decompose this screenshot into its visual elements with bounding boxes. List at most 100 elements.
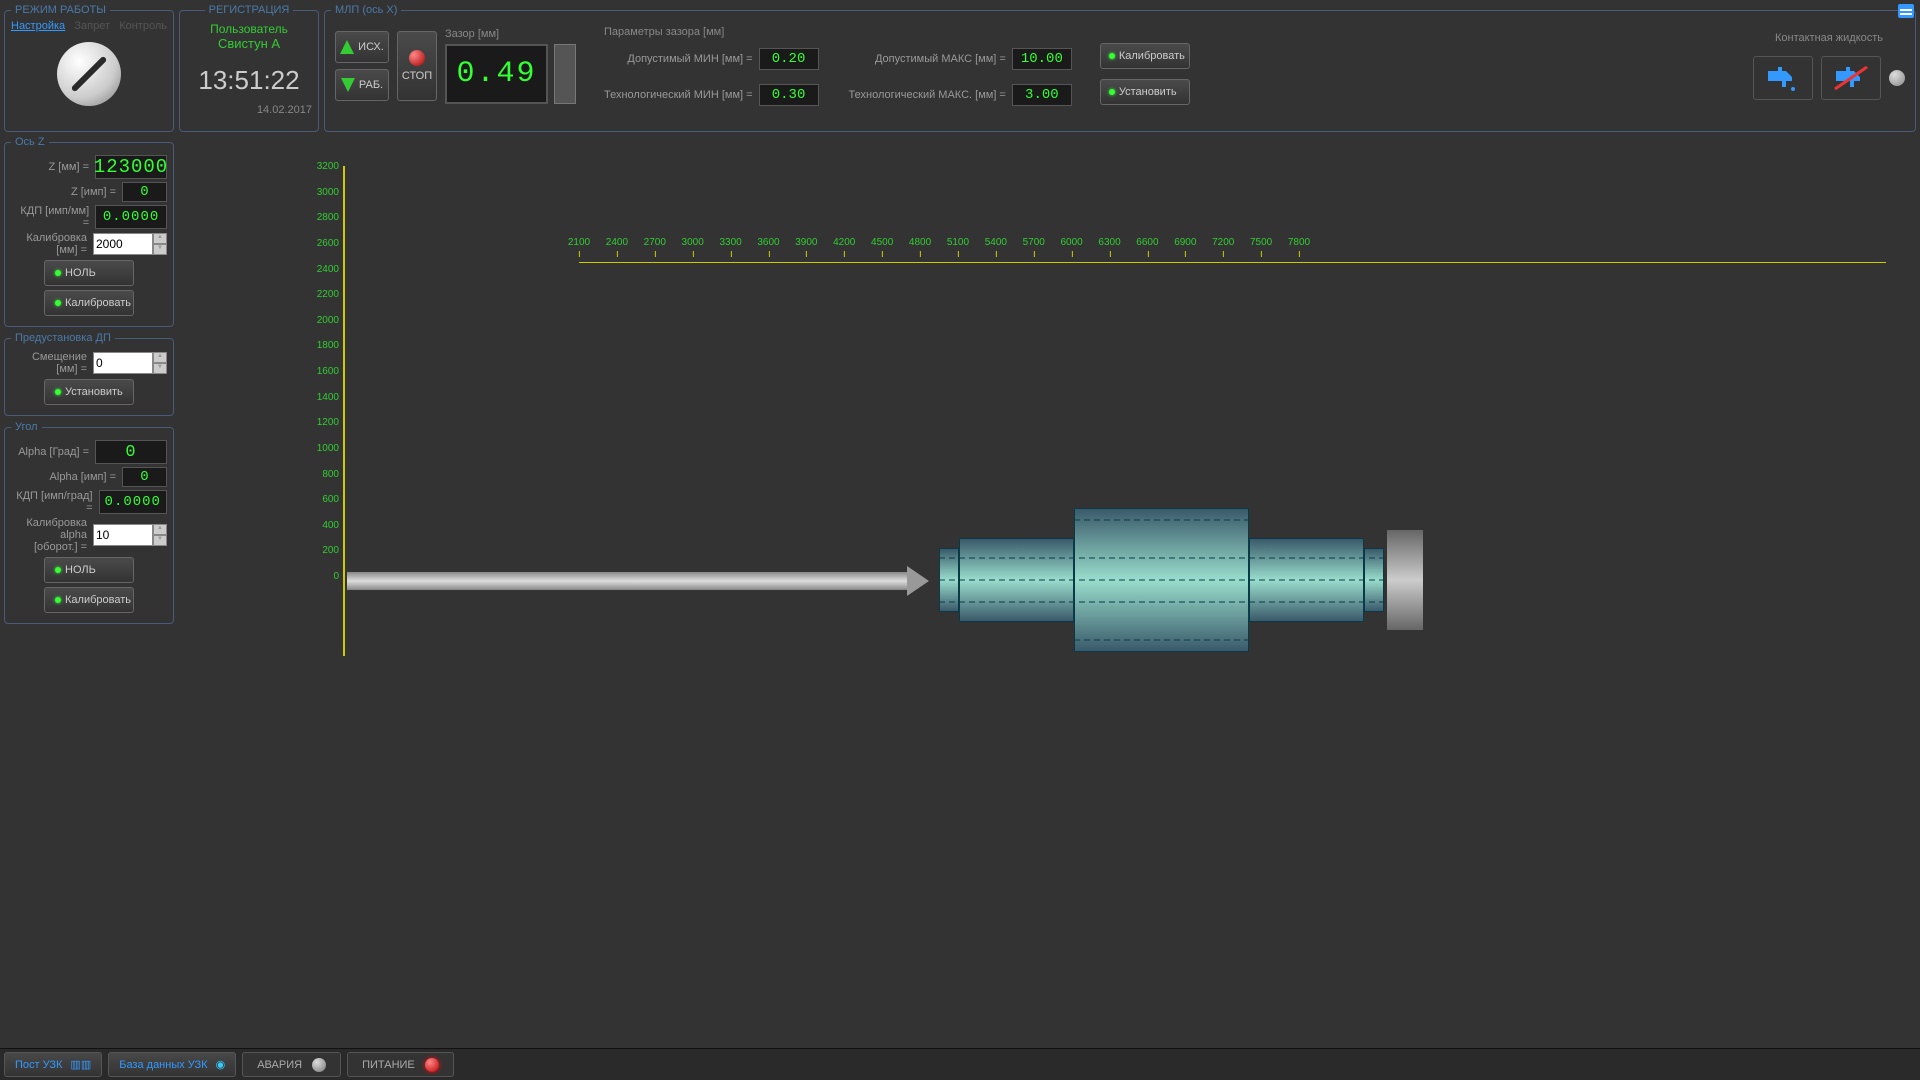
- x-tick: 3300: [719, 237, 741, 248]
- y-tick: 200: [299, 545, 339, 556]
- database-icon: ◉: [216, 1058, 226, 1071]
- x-tick: 3600: [757, 237, 779, 248]
- stop-icon: [409, 50, 425, 66]
- max-tech-value: 3.00: [1012, 84, 1072, 106]
- y-tick: 800: [299, 469, 339, 480]
- alpha-kdp-value: 0.0000: [99, 490, 167, 514]
- y-tick: 2800: [299, 212, 339, 223]
- y-tick: 2400: [299, 264, 339, 275]
- z-calib-input[interactable]: [93, 233, 153, 255]
- y-tick: 2200: [299, 289, 339, 300]
- alpha-imp-value: 0: [122, 467, 167, 487]
- mlp-panel: МЛП (ось X) ИСХ. РАБ. СТОП Зазор [мм] 0.…: [324, 4, 1916, 132]
- x-tick: 4200: [833, 237, 855, 248]
- reg-legend: РЕГИСТРАЦИЯ: [205, 4, 294, 16]
- clock-date: 14.02.2017: [186, 104, 312, 116]
- mode-legend: РЕЖИМ РАБОТЫ: [11, 4, 110, 16]
- x-tick: 3000: [682, 237, 704, 248]
- mode-panel: РЕЖИМ РАБОТЫ Настройка Запрет Контроль: [4, 4, 174, 132]
- y-tick: 1800: [299, 340, 339, 351]
- tab-setup[interactable]: Настройка: [11, 20, 65, 32]
- set-button[interactable]: Установить: [1100, 79, 1190, 105]
- dp-legend: Предустановка ДП: [11, 332, 115, 344]
- z-calib-button[interactable]: Калибровать: [44, 290, 134, 316]
- arrow-up-icon: [340, 40, 354, 54]
- user-label: Пользователь: [186, 22, 312, 36]
- x-tick: 6900: [1174, 237, 1196, 248]
- y-tick: 1200: [299, 417, 339, 428]
- rack-icon: ▥▥: [70, 1058, 91, 1071]
- x-tick: 7500: [1250, 237, 1272, 248]
- plot-area: 0200400600800100012001400160018002000220…: [299, 166, 1916, 624]
- power-led: [425, 1058, 439, 1072]
- alarm-led: [312, 1058, 326, 1072]
- y-tick: 1600: [299, 366, 339, 377]
- faucet-on-icon: [1763, 63, 1803, 93]
- x-tick: 5700: [1023, 237, 1045, 248]
- post-uzk-button[interactable]: Пост УЗК▥▥: [4, 1052, 102, 1077]
- x-tick: 2700: [644, 237, 666, 248]
- angle-panel: Угол Alpha [Град] =0 Alpha [имп] =0 КДП …: [4, 421, 174, 624]
- stop-button[interactable]: СТОП: [397, 31, 437, 101]
- liquid-on-button[interactable]: [1753, 56, 1813, 100]
- liquid-led: [1889, 70, 1905, 86]
- z-kdp-value: 0.0000: [95, 205, 167, 229]
- y-tick: 1400: [299, 392, 339, 403]
- dp-set-button[interactable]: Установить: [44, 379, 134, 405]
- x-tick: 5100: [947, 237, 969, 248]
- x-ruler: 2100240027003000330036003900420045004800…: [579, 251, 1886, 263]
- x-tick: 6300: [1098, 237, 1120, 248]
- probe-shaft: [347, 572, 907, 590]
- endcap: [1387, 530, 1423, 630]
- x-tick: 5400: [985, 237, 1007, 248]
- dp-preset-panel: Предустановка ДП Смещение [мм] = ▲▼ Уста…: [4, 332, 174, 416]
- min-tech-value: 0.30: [759, 84, 819, 106]
- alpha-calib-button[interactable]: Калибровать: [44, 587, 134, 613]
- y-tick: 1000: [299, 443, 339, 454]
- probe-tip: [907, 566, 929, 596]
- liquid-label: Контактная жидкость: [1753, 32, 1905, 44]
- db-uzk-button[interactable]: База данных УЗК◉: [108, 1052, 236, 1077]
- x-tick: 7200: [1212, 237, 1234, 248]
- bottom-bar: Пост УЗК▥▥ База данных УЗК◉ АВАРИЯ ПИТАН…: [0, 1048, 1920, 1080]
- x-tick: 4500: [871, 237, 893, 248]
- y-tick: 2000: [299, 315, 339, 326]
- power-status: ПИТАНИЕ: [347, 1052, 454, 1077]
- x-tick: 6000: [1061, 237, 1083, 248]
- liquid-off-button[interactable]: [1821, 56, 1881, 100]
- tab-block[interactable]: Запрет: [74, 20, 110, 32]
- mlp-legend: МЛП (ось X): [331, 4, 401, 16]
- angle-legend: Угол: [11, 421, 42, 433]
- alpha-deg-value: 0: [95, 440, 167, 464]
- y-axis: [343, 166, 345, 656]
- dp-offset-input[interactable]: [93, 352, 153, 374]
- mode-dial[interactable]: [57, 42, 121, 106]
- y-tick: 3000: [299, 187, 339, 198]
- y-tick: 600: [299, 494, 339, 505]
- z-legend: Ось Z: [11, 136, 49, 148]
- z-zero-button[interactable]: НОЛЬ: [44, 260, 134, 286]
- y-tick: 3200: [299, 161, 339, 172]
- y-tick: 2600: [299, 238, 339, 249]
- gap-gauge: [554, 44, 576, 104]
- x-tick: 3900: [795, 237, 817, 248]
- alpha-calib-input[interactable]: [93, 524, 153, 546]
- params-label: Параметры зазора [мм]: [604, 26, 1072, 38]
- calibrate-button[interactable]: Калибровать: [1100, 43, 1190, 69]
- x-tick: 4800: [909, 237, 931, 248]
- faucet-off-icon: [1831, 63, 1871, 93]
- z-mm-value: 123000: [95, 155, 167, 179]
- alpha-zero-button[interactable]: НОЛЬ: [44, 557, 134, 583]
- work-button[interactable]: РАБ.: [335, 69, 389, 101]
- window-control-icon[interactable]: [1898, 4, 1914, 18]
- y-tick: 0: [299, 571, 339, 582]
- alarm-status: АВАРИЯ: [242, 1052, 341, 1077]
- min-allow-value: 0.20: [759, 48, 819, 70]
- x-tick: 2100: [568, 237, 590, 248]
- gap-display: 0.49: [445, 44, 548, 104]
- x-tick: 6600: [1136, 237, 1158, 248]
- z-imp-value: 0: [122, 182, 167, 202]
- tab-control[interactable]: Контроль: [119, 20, 167, 32]
- home-button[interactable]: ИСХ.: [335, 31, 389, 63]
- gap-label: Зазор [мм]: [445, 28, 576, 40]
